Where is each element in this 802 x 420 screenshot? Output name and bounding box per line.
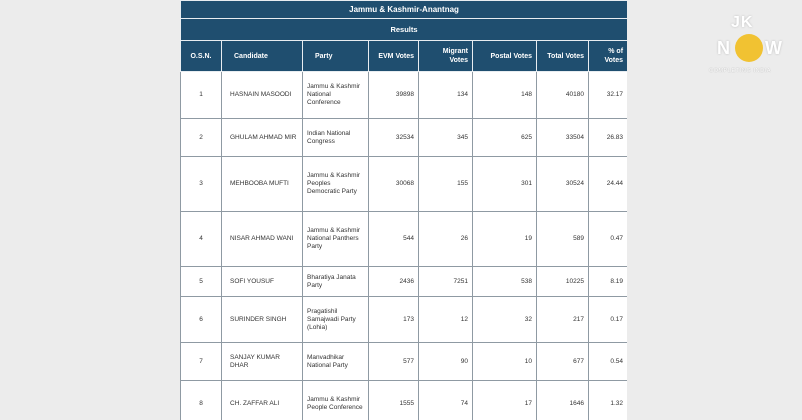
header-migrant-votes: Migrant Votes [418, 40, 473, 72]
table-row: 2 GHULAM AHMAD MIR Indian National Congr… [180, 118, 627, 157]
cell-migrant: 134 [418, 71, 473, 119]
cell-pct: 32.17 [587, 71, 627, 119]
cell-postal: 148 [472, 71, 537, 119]
cell-migrant: 345 [418, 118, 473, 157]
cell-postal: 10 [472, 342, 537, 381]
cell-postal: 19 [472, 211, 537, 267]
results-table: Jammu & Kashmir-Anantnag Results O.S.N. … [180, 0, 627, 420]
cell-total: 40180 [536, 71, 589, 119]
jk-now-logo: JK N W COMPLETING INDIA [705, 6, 795, 76]
cell-migrant: 155 [418, 156, 473, 212]
table-title: Jammu & Kashmir-Anantnag [180, 0, 627, 19]
cell-osn: 8 [180, 380, 222, 420]
cell-migrant: 26 [418, 211, 473, 267]
cell-candidate: HASNAIN MASOODI [221, 71, 303, 119]
cell-postal: 301 [472, 156, 537, 212]
header-pct-votes: % of Votes [587, 40, 627, 72]
header-osn: O.S.N. [180, 40, 222, 72]
cell-pct: 0.47 [587, 211, 627, 267]
cell-pct: 0.54 [587, 342, 627, 381]
cell-candidate: SOFI YOUSUF [221, 266, 303, 297]
cell-pct: 1.32 [587, 380, 627, 420]
results-panel: Jammu & Kashmir-Anantnag Results O.S.N. … [180, 0, 627, 420]
cell-evm: 577 [368, 342, 419, 381]
cell-evm: 2436 [368, 266, 419, 297]
cell-migrant: 90 [418, 342, 473, 381]
cell-osn: 5 [180, 266, 222, 297]
cell-total: 30524 [536, 156, 589, 212]
cell-candidate: SURINDER SINGH [221, 296, 303, 343]
cell-pct: 24.44 [587, 156, 627, 212]
cell-candidate: MEHBOOBA MUFTI [221, 156, 303, 212]
cell-osn: 7 [180, 342, 222, 381]
cell-party: Pragatishil Samajwadi Party (Lohia) [302, 296, 369, 343]
cell-osn: 1 [180, 71, 222, 119]
cell-total: 677 [536, 342, 589, 381]
cell-evm: 39898 [368, 71, 419, 119]
table-row: 8 CH. ZAFFAR ALI Jammu & Kashmir People … [180, 380, 627, 420]
cell-total: 1646 [536, 380, 589, 420]
cell-total: 217 [536, 296, 589, 343]
header-total-votes: Total Votes [536, 40, 589, 72]
logo-jk-text: JK [731, 14, 754, 31]
cell-party: Jammu & Kashmir National Conference [302, 71, 369, 119]
table-subtitle: Results [180, 18, 627, 41]
header-postal-votes: Postal Votes [472, 40, 537, 72]
table-row: 3 MEHBOOBA MUFTI Jammu & Kashmir Peoples… [180, 156, 627, 212]
cell-migrant: 12 [418, 296, 473, 343]
cell-osn: 2 [180, 118, 222, 157]
table-row: 1 HASNAIN MASOODI Jammu & Kashmir Nation… [180, 71, 627, 119]
cell-party: Indian National Congress [302, 118, 369, 157]
cell-total: 589 [536, 211, 589, 267]
logo-n-letter: N [717, 38, 730, 58]
cell-party: Jammu & Kashmir People Conference [302, 380, 369, 420]
header-candidate: Candidate [221, 40, 303, 72]
cell-party: Manvadhikar National Party [302, 342, 369, 381]
cell-evm: 30068 [368, 156, 419, 212]
table-row: 6 SURINDER SINGH Pragatishil Samajwadi P… [180, 296, 627, 343]
logo-tagline: COMPLETING INDIA [709, 68, 772, 74]
cell-evm: 544 [368, 211, 419, 267]
cell-pct: 26.83 [587, 118, 627, 157]
cell-candidate: GHULAM AHMAD MIR [221, 118, 303, 157]
cell-pct: 8.19 [587, 266, 627, 297]
cell-evm: 1555 [368, 380, 419, 420]
cell-candidate: CH. ZAFFAR ALI [221, 380, 303, 420]
cell-evm: 32534 [368, 118, 419, 157]
cell-pct: 0.17 [587, 296, 627, 343]
cell-osn: 6 [180, 296, 222, 343]
cell-party: Jammu & Kashmir National Panthers Party [302, 211, 369, 267]
header-party: Party [302, 40, 369, 72]
table-row: 4 NISAR AHMAD WANI Jammu & Kashmir Natio… [180, 211, 627, 267]
cell-evm: 173 [368, 296, 419, 343]
logo-now: N W [713, 34, 793, 68]
cell-candidate: SANJAY KUMAR DHAR [221, 342, 303, 381]
cell-candidate: NISAR AHMAD WANI [221, 211, 303, 267]
cell-osn: 4 [180, 211, 222, 267]
cell-migrant: 74 [418, 380, 473, 420]
cell-osn: 3 [180, 156, 222, 212]
logo-w-letter: W [765, 38, 782, 58]
header-evm-votes: EVM Votes [368, 40, 419, 72]
cell-party: Bharatiya Janata Party [302, 266, 369, 297]
table-row: 7 SANJAY KUMAR DHAR Manvadhikar National… [180, 342, 627, 381]
cell-postal: 538 [472, 266, 537, 297]
cell-migrant: 7251 [418, 266, 473, 297]
cell-party: Jammu & Kashmir Peoples Democratic Party [302, 156, 369, 212]
cell-postal: 625 [472, 118, 537, 157]
cell-postal: 17 [472, 380, 537, 420]
cell-total: 33504 [536, 118, 589, 157]
cell-total: 10225 [536, 266, 589, 297]
logo-sun-circle-icon [735, 34, 763, 62]
cell-postal: 32 [472, 296, 537, 343]
table-row: 5 SOFI YOUSUF Bharatiya Janata Party 243… [180, 266, 627, 297]
